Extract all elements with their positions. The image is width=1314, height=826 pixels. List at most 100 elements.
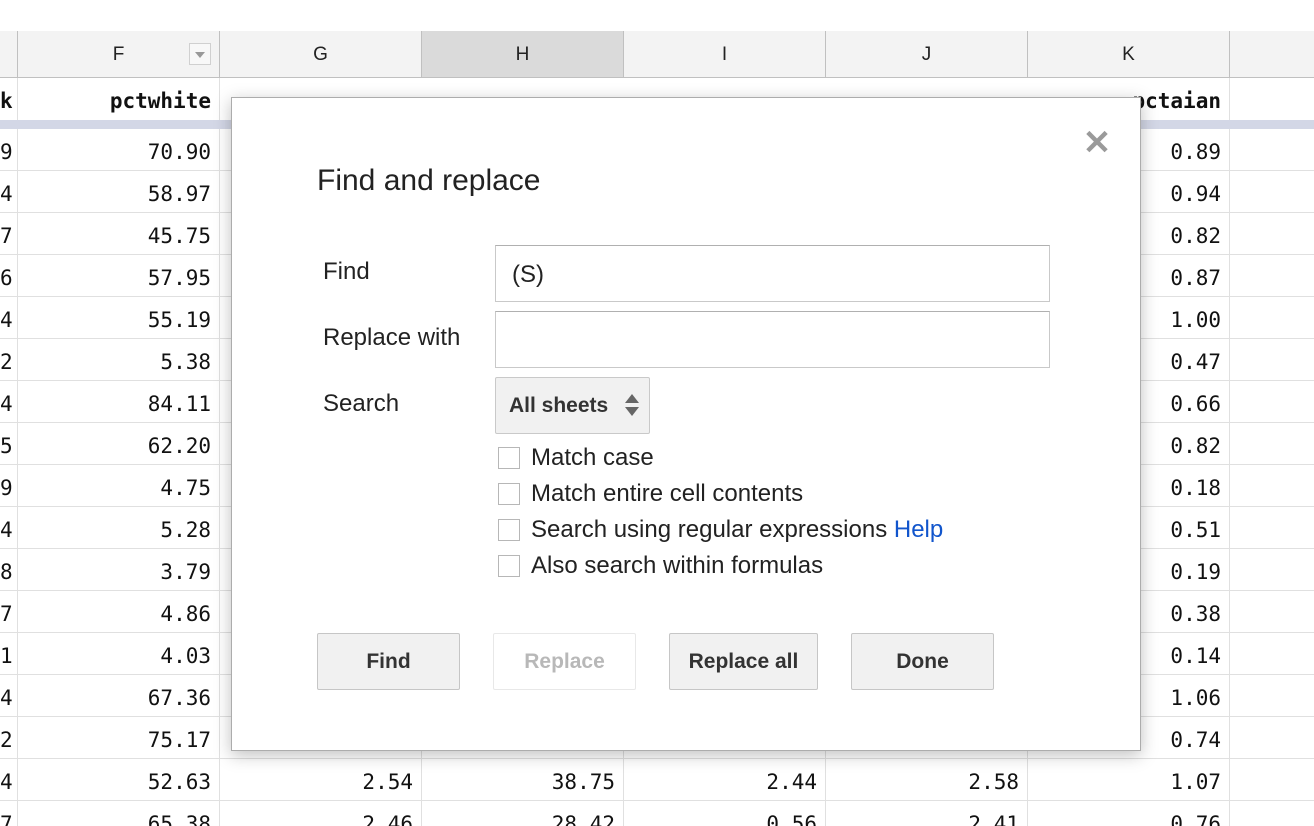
match-entire-cell-label: Match entire cell contents bbox=[531, 480, 804, 507]
cell-e[interactable]: 6 bbox=[0, 255, 18, 297]
cell-f[interactable]: 4.75 bbox=[18, 465, 220, 507]
cell-e[interactable]: 2 bbox=[0, 339, 18, 381]
cell-e[interactable]: 8 bbox=[0, 549, 18, 591]
cell-f[interactable]: 52.63 bbox=[18, 759, 220, 801]
cell-e[interactable]: 5 bbox=[0, 423, 18, 465]
cell-i[interactable]: 2.44 bbox=[624, 759, 826, 801]
find-button[interactable]: Find bbox=[317, 633, 460, 690]
cell-l[interactable] bbox=[1230, 465, 1314, 507]
cell-f[interactable]: 67.36 bbox=[18, 675, 220, 717]
cell-e[interactable]: 9 bbox=[0, 129, 18, 171]
cell-f[interactable]: 84.11 bbox=[18, 381, 220, 423]
cell-e[interactable]: 7 bbox=[0, 591, 18, 633]
cell-l[interactable] bbox=[1230, 717, 1314, 759]
column-k-letter: K bbox=[1122, 44, 1135, 65]
regex-label-wrap: Search using regular expressions Help bbox=[531, 516, 943, 544]
cell-l[interactable] bbox=[1230, 255, 1314, 297]
regex-label: Search using regular expressions bbox=[531, 516, 888, 543]
match-entire-cell-box[interactable] bbox=[498, 483, 520, 505]
field-name-cell-e[interactable]: k bbox=[0, 78, 18, 120]
cell-l[interactable] bbox=[1230, 297, 1314, 339]
search-formulas-label: Also search within formulas bbox=[531, 552, 824, 579]
filter-dropdown-icon[interactable] bbox=[189, 43, 211, 65]
cell-l[interactable] bbox=[1230, 171, 1314, 213]
cell-j[interactable]: 2.41 bbox=[826, 801, 1028, 826]
column-header-j[interactable]: J bbox=[826, 31, 1028, 78]
cell-l[interactable] bbox=[1230, 129, 1314, 171]
cell-k[interactable]: 1.07 bbox=[1028, 759, 1230, 801]
replace-input[interactable] bbox=[495, 311, 1050, 368]
field-name-cell-f[interactable]: pctwhite bbox=[18, 78, 220, 120]
replace-button[interactable]: Replace bbox=[493, 633, 636, 690]
done-button[interactable]: Done bbox=[851, 633, 994, 690]
column-h-letter: H bbox=[515, 44, 530, 65]
cell-f[interactable]: 5.38 bbox=[18, 339, 220, 381]
column-header-e[interactable] bbox=[0, 31, 18, 78]
cell-f[interactable]: 58.97 bbox=[18, 171, 220, 213]
replace-all-button[interactable]: Replace all bbox=[669, 633, 818, 690]
column-f-letter: F bbox=[112, 44, 125, 65]
cell-l[interactable] bbox=[1230, 633, 1314, 675]
dialog-title: Find and replace bbox=[317, 164, 541, 197]
cell-l[interactable] bbox=[1230, 339, 1314, 381]
cell-j[interactable]: 2.58 bbox=[826, 759, 1028, 801]
cell-l[interactable] bbox=[1230, 213, 1314, 255]
find-label: Find bbox=[323, 258, 370, 285]
find-input[interactable]: (S) bbox=[495, 245, 1050, 302]
cell-l[interactable] bbox=[1230, 381, 1314, 423]
column-header-h[interactable]: H bbox=[422, 31, 624, 78]
search-formulas-box[interactable] bbox=[498, 555, 520, 577]
cell-l[interactable] bbox=[1230, 423, 1314, 465]
cell-g[interactable]: 2.54 bbox=[220, 759, 422, 801]
cell-f[interactable]: 55.19 bbox=[18, 297, 220, 339]
cell-f[interactable]: 65.38 bbox=[18, 801, 220, 826]
regex-box[interactable] bbox=[498, 519, 520, 541]
cell-f[interactable]: 5.28 bbox=[18, 507, 220, 549]
cell-f[interactable]: 4.03 bbox=[18, 633, 220, 675]
search-scope-select[interactable]: All sheets bbox=[495, 377, 650, 434]
column-i-letter: I bbox=[721, 44, 728, 65]
cell-f[interactable]: 45.75 bbox=[18, 213, 220, 255]
cell-f[interactable]: 75.17 bbox=[18, 717, 220, 759]
column-g-letter: G bbox=[313, 44, 328, 65]
search-label: Search bbox=[323, 390, 400, 417]
cell-e[interactable]: 2 bbox=[0, 717, 18, 759]
column-header-k[interactable]: K bbox=[1028, 31, 1230, 78]
column-header-g[interactable]: G bbox=[220, 31, 422, 78]
find-replace-dialog: ✕ Find and replace Find (S) Replace with… bbox=[231, 97, 1141, 751]
cell-e[interactable]: 4 bbox=[0, 507, 18, 549]
cell-e[interactable]: 4 bbox=[0, 759, 18, 801]
cell-f[interactable]: 57.95 bbox=[18, 255, 220, 297]
cell-l[interactable] bbox=[1230, 759, 1314, 801]
cell-f[interactable]: 70.90 bbox=[18, 129, 220, 171]
regex-help-link[interactable]: Help bbox=[894, 516, 943, 543]
cell-e[interactable]: 9 bbox=[0, 465, 18, 507]
column-header-l[interactable] bbox=[1230, 31, 1314, 78]
close-icon[interactable]: ✕ bbox=[1082, 126, 1112, 160]
column-header-f[interactable]: F bbox=[18, 31, 220, 78]
cell-e[interactable]: 7 bbox=[0, 213, 18, 255]
cell-l[interactable] bbox=[1230, 675, 1314, 717]
match-case-box[interactable] bbox=[498, 447, 520, 469]
cell-e[interactable]: 4 bbox=[0, 171, 18, 213]
cell-e[interactable]: 7 bbox=[0, 801, 18, 826]
cell-e[interactable]: 4 bbox=[0, 381, 18, 423]
cell-e[interactable]: 4 bbox=[0, 297, 18, 339]
cell-k[interactable]: 0.76 bbox=[1028, 801, 1230, 826]
cell-f[interactable]: 4.86 bbox=[18, 591, 220, 633]
cell-l[interactable] bbox=[1230, 507, 1314, 549]
column-header-i[interactable]: I bbox=[624, 31, 826, 78]
match-case-label: Match case bbox=[531, 444, 654, 471]
cell-f[interactable]: 3.79 bbox=[18, 549, 220, 591]
cell-g[interactable]: 2.46 bbox=[220, 801, 422, 826]
column-j-letter: J bbox=[921, 44, 932, 65]
cell-h[interactable]: 28.42 bbox=[422, 801, 624, 826]
cell-l[interactable] bbox=[1230, 591, 1314, 633]
cell-e[interactable]: 1 bbox=[0, 633, 18, 675]
cell-f[interactable]: 62.20 bbox=[18, 423, 220, 465]
cell-e[interactable]: 4 bbox=[0, 675, 18, 717]
cell-l[interactable] bbox=[1230, 801, 1314, 826]
cell-l[interactable] bbox=[1230, 549, 1314, 591]
cell-h[interactable]: 38.75 bbox=[422, 759, 624, 801]
cell-i[interactable]: 0.56 bbox=[624, 801, 826, 826]
